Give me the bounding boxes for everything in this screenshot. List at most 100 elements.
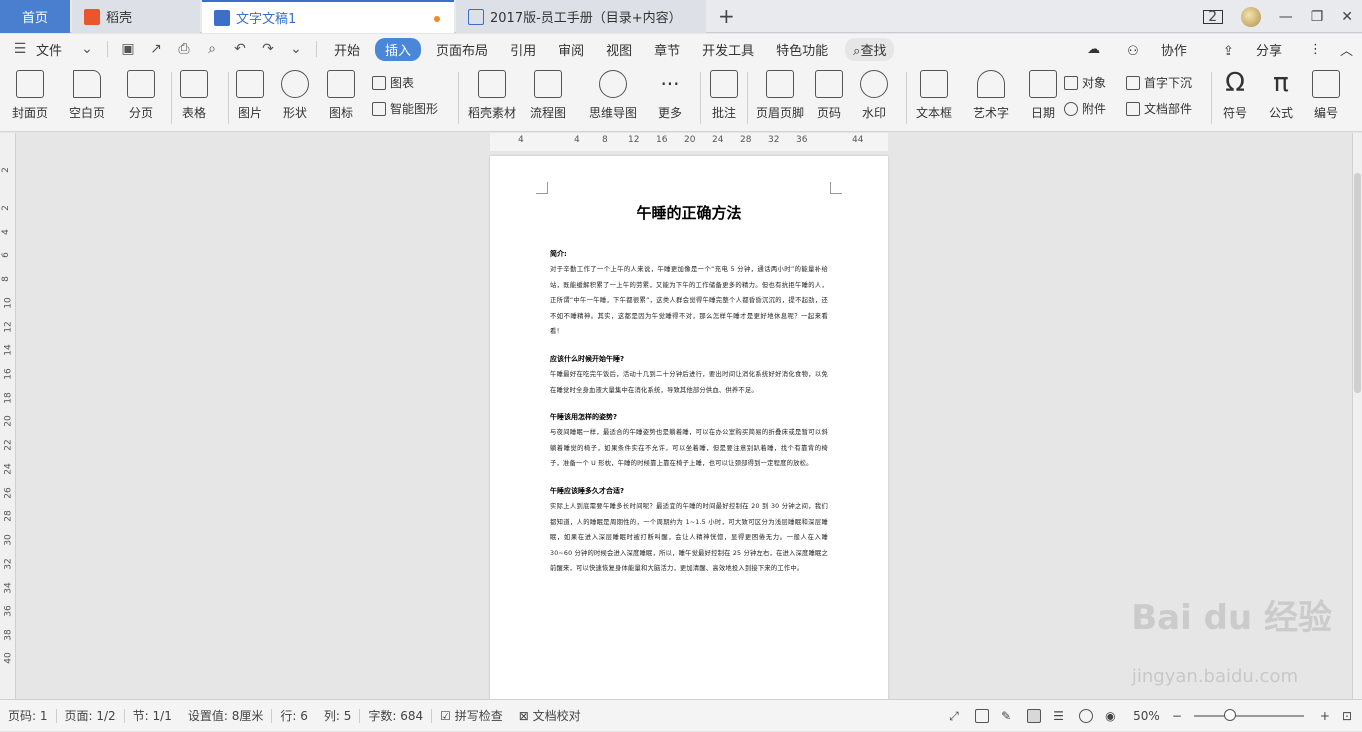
web-view-icon[interactable]: [1079, 709, 1094, 723]
tab-active-doc[interactable]: 文字文稿1: [202, 0, 454, 33]
status-section[interactable]: 节: 1/1: [125, 707, 180, 724]
section-paragraph[interactable]: 对于辛勤工作了一个上午的人来说，午睡更加像是一个“充电 5 分钟，通话两小时”的…: [550, 262, 828, 340]
blank-page-button[interactable]: 空白页: [69, 70, 105, 121]
horizontal-ruler[interactable]: 4 4 8 12 16 20 24 28 32 36 44: [490, 133, 888, 151]
symbol-button[interactable]: Ω 符号: [1221, 70, 1249, 121]
tab-daoke[interactable]: 稻壳: [72, 0, 200, 33]
customize-icon[interactable]: ⌄: [288, 41, 304, 57]
status-page[interactable]: 页码: 1: [0, 707, 56, 724]
wordart-button[interactable]: 艺术字: [973, 70, 1009, 121]
zoom-slider-knob[interactable]: [1223, 709, 1236, 721]
dropcap-button[interactable]: 首字下沉: [1126, 74, 1192, 91]
print-icon[interactable]: ⎙: [176, 41, 192, 57]
tab-doc2[interactable]: 2017版-员工手册（目录+内容）: [456, 0, 706, 33]
section-paragraph[interactable]: 实际上人到底需要午睡多长时间呢？最适宜的午睡的时间最好控制在 20 到 30 分…: [550, 499, 828, 577]
numbering-button[interactable]: 编号: [1312, 70, 1340, 121]
daoke-material-label: 稻壳素材: [468, 106, 517, 120]
menu-review[interactable]: 审阅: [547, 40, 595, 59]
chevron-down-icon[interactable]: ⌄: [79, 41, 95, 57]
menu-view[interactable]: 视图: [595, 40, 643, 59]
section-heading[interactable]: 午睡该用怎样的姿势?: [550, 412, 828, 422]
watermark-button[interactable]: 水印: [860, 70, 888, 121]
outline-view-icon[interactable]: ☰: [1053, 709, 1067, 723]
spell-check-button[interactable]: ☑ 拼写检查: [432, 707, 511, 724]
zoom-slider[interactable]: [1193, 709, 1304, 721]
save-icon[interactable]: ▣: [120, 41, 136, 57]
collapse-ribbon-icon[interactable]: ︿: [1340, 40, 1353, 59]
vertical-ruler[interactable]: 2 2 4 6 8 10 12 14 16 18 20 22 24 26 28 …: [0, 133, 16, 699]
menu-insert[interactable]: 插入: [375, 37, 422, 61]
icons-button[interactable]: 图标: [327, 70, 355, 121]
menu-dev-tools[interactable]: 开发工具: [691, 40, 765, 59]
scrollbar-thumb[interactable]: [1354, 173, 1361, 393]
export-icon[interactable]: ↗: [148, 41, 164, 57]
close-icon[interactable]: ✕: [1341, 9, 1353, 25]
zoom-level[interactable]: 50%: [1125, 709, 1168, 723]
restore-icon[interactable]: ❐: [1311, 9, 1324, 25]
menu-start[interactable]: 开始: [323, 40, 371, 59]
section-heading[interactable]: 应该什么时候开始午睡?: [550, 354, 828, 364]
menu-page-layout[interactable]: 页面布局: [425, 40, 499, 59]
status-words[interactable]: 字数: 684: [360, 707, 431, 724]
undo-icon[interactable]: ↶: [232, 41, 248, 57]
tab-home[interactable]: 首页: [0, 0, 70, 33]
attachment-button[interactable]: 附件: [1064, 100, 1106, 117]
redo-icon[interactable]: ↷: [260, 41, 276, 57]
menu-chapter[interactable]: 章节: [643, 40, 691, 59]
header-footer-button[interactable]: 页眉页脚: [756, 70, 804, 121]
more-icon[interactable]: ⋮: [1309, 42, 1322, 57]
formula-button[interactable]: π 公式: [1267, 70, 1295, 121]
avatar[interactable]: [1240, 6, 1261, 27]
eye-protect-icon[interactable]: ◉: [1105, 709, 1119, 723]
status-pages[interactable]: 页面: 1/2: [57, 707, 124, 724]
minimize-icon[interactable]: —: [1279, 9, 1293, 25]
share-button[interactable]: ⇪ 分享: [1214, 40, 1291, 59]
shape-button[interactable]: 形状: [281, 70, 309, 121]
window-count-badge[interactable]: 2: [1202, 9, 1223, 24]
smartart-button[interactable]: 智能图形: [372, 100, 438, 117]
table-button[interactable]: 表格: [180, 70, 208, 121]
baidu-watermark-url: jingyan.baidu.com: [1131, 666, 1298, 687]
cloud-sync-icon[interactable]: ☁: [1087, 42, 1100, 57]
cover-page-button[interactable]: 封面页: [12, 70, 48, 121]
write-mode-icon[interactable]: ✎: [1001, 709, 1015, 723]
comment-button[interactable]: 批注: [710, 70, 738, 121]
docparts-button[interactable]: 文档部件: [1126, 100, 1192, 117]
status-col[interactable]: 列: 5: [316, 707, 360, 724]
menu-features[interactable]: 特色功能: [765, 40, 839, 59]
section-heading[interactable]: 午睡应该睡多久才合适?: [550, 486, 828, 496]
file-menu[interactable]: 文件: [34, 40, 73, 59]
page-number-button[interactable]: 页码: [815, 70, 843, 121]
collab-button[interactable]: ⚇ 协作: [1118, 40, 1196, 59]
vertical-scrollbar[interactable]: [1352, 133, 1362, 699]
zoom-in-icon[interactable]: +: [1320, 709, 1330, 723]
read-mode-icon[interactable]: [975, 709, 990, 723]
status-row[interactable]: 行: 6: [272, 707, 316, 724]
fullscreen-icon[interactable]: ⤢: [949, 709, 963, 723]
hamburger-icon[interactable]: ☰: [12, 41, 28, 57]
print-preview-icon[interactable]: ⌕: [204, 41, 220, 57]
fit-page-icon[interactable]: ⊡: [1342, 709, 1352, 723]
page-view-icon[interactable]: [1027, 709, 1042, 723]
add-tab-icon[interactable]: +: [718, 4, 735, 28]
flowchart-button[interactable]: 流程图: [530, 70, 566, 121]
date-button[interactable]: 日期: [1029, 70, 1057, 121]
daoke-material-button[interactable]: 稻壳素材: [468, 70, 516, 121]
zoom-out-icon[interactable]: −: [1172, 709, 1182, 723]
section-paragraph[interactable]: 午睡最好在吃完午饭后，活动十几到二十分钟后进行，要出时间让消化系统好好消化食物，…: [550, 367, 828, 398]
page-break-button[interactable]: 分页: [127, 70, 155, 121]
search-button[interactable]: ⌕查找: [845, 37, 895, 61]
textbox-button[interactable]: 文本框: [916, 70, 952, 121]
menu-reference[interactable]: 引用: [499, 40, 547, 59]
more-button[interactable]: ··· 更多: [656, 70, 684, 121]
doc-title[interactable]: 午睡的正确方法: [550, 202, 828, 223]
section-heading[interactable]: 简介:: [550, 249, 828, 259]
mindmap-button[interactable]: 思维导图: [589, 70, 637, 121]
section-paragraph[interactable]: 与夜间睡眠一样，最适合的午睡姿势也是躺着睡，可以在办公室购买简易的折叠床或是暂可…: [550, 425, 828, 472]
document-page[interactable]: 午睡的正确方法 简介: 对于辛勤工作了一个上午的人来说，午睡更加像是一个“充电 …: [490, 156, 888, 699]
object-button[interactable]: 对象: [1064, 74, 1106, 91]
proofread-button[interactable]: ⊠ 文档校对: [511, 707, 589, 724]
picture-button[interactable]: 图片: [236, 70, 264, 121]
status-setting[interactable]: 设置值: 8厘米: [180, 707, 272, 724]
chart-button[interactable]: 图表: [372, 74, 414, 91]
